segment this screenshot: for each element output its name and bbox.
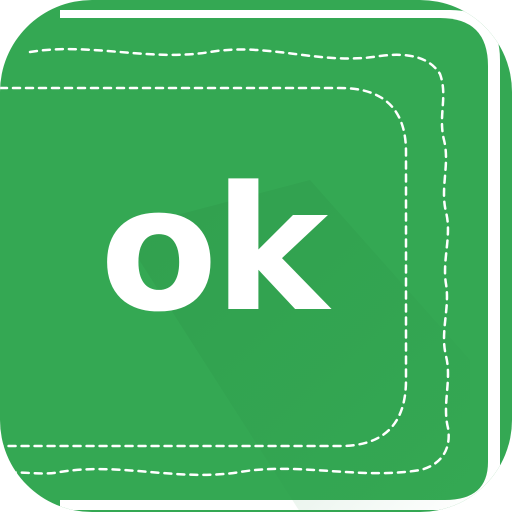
app-icon[interactable]: ok	[0, 0, 512, 512]
app-logo-text: ok	[99, 149, 329, 350]
